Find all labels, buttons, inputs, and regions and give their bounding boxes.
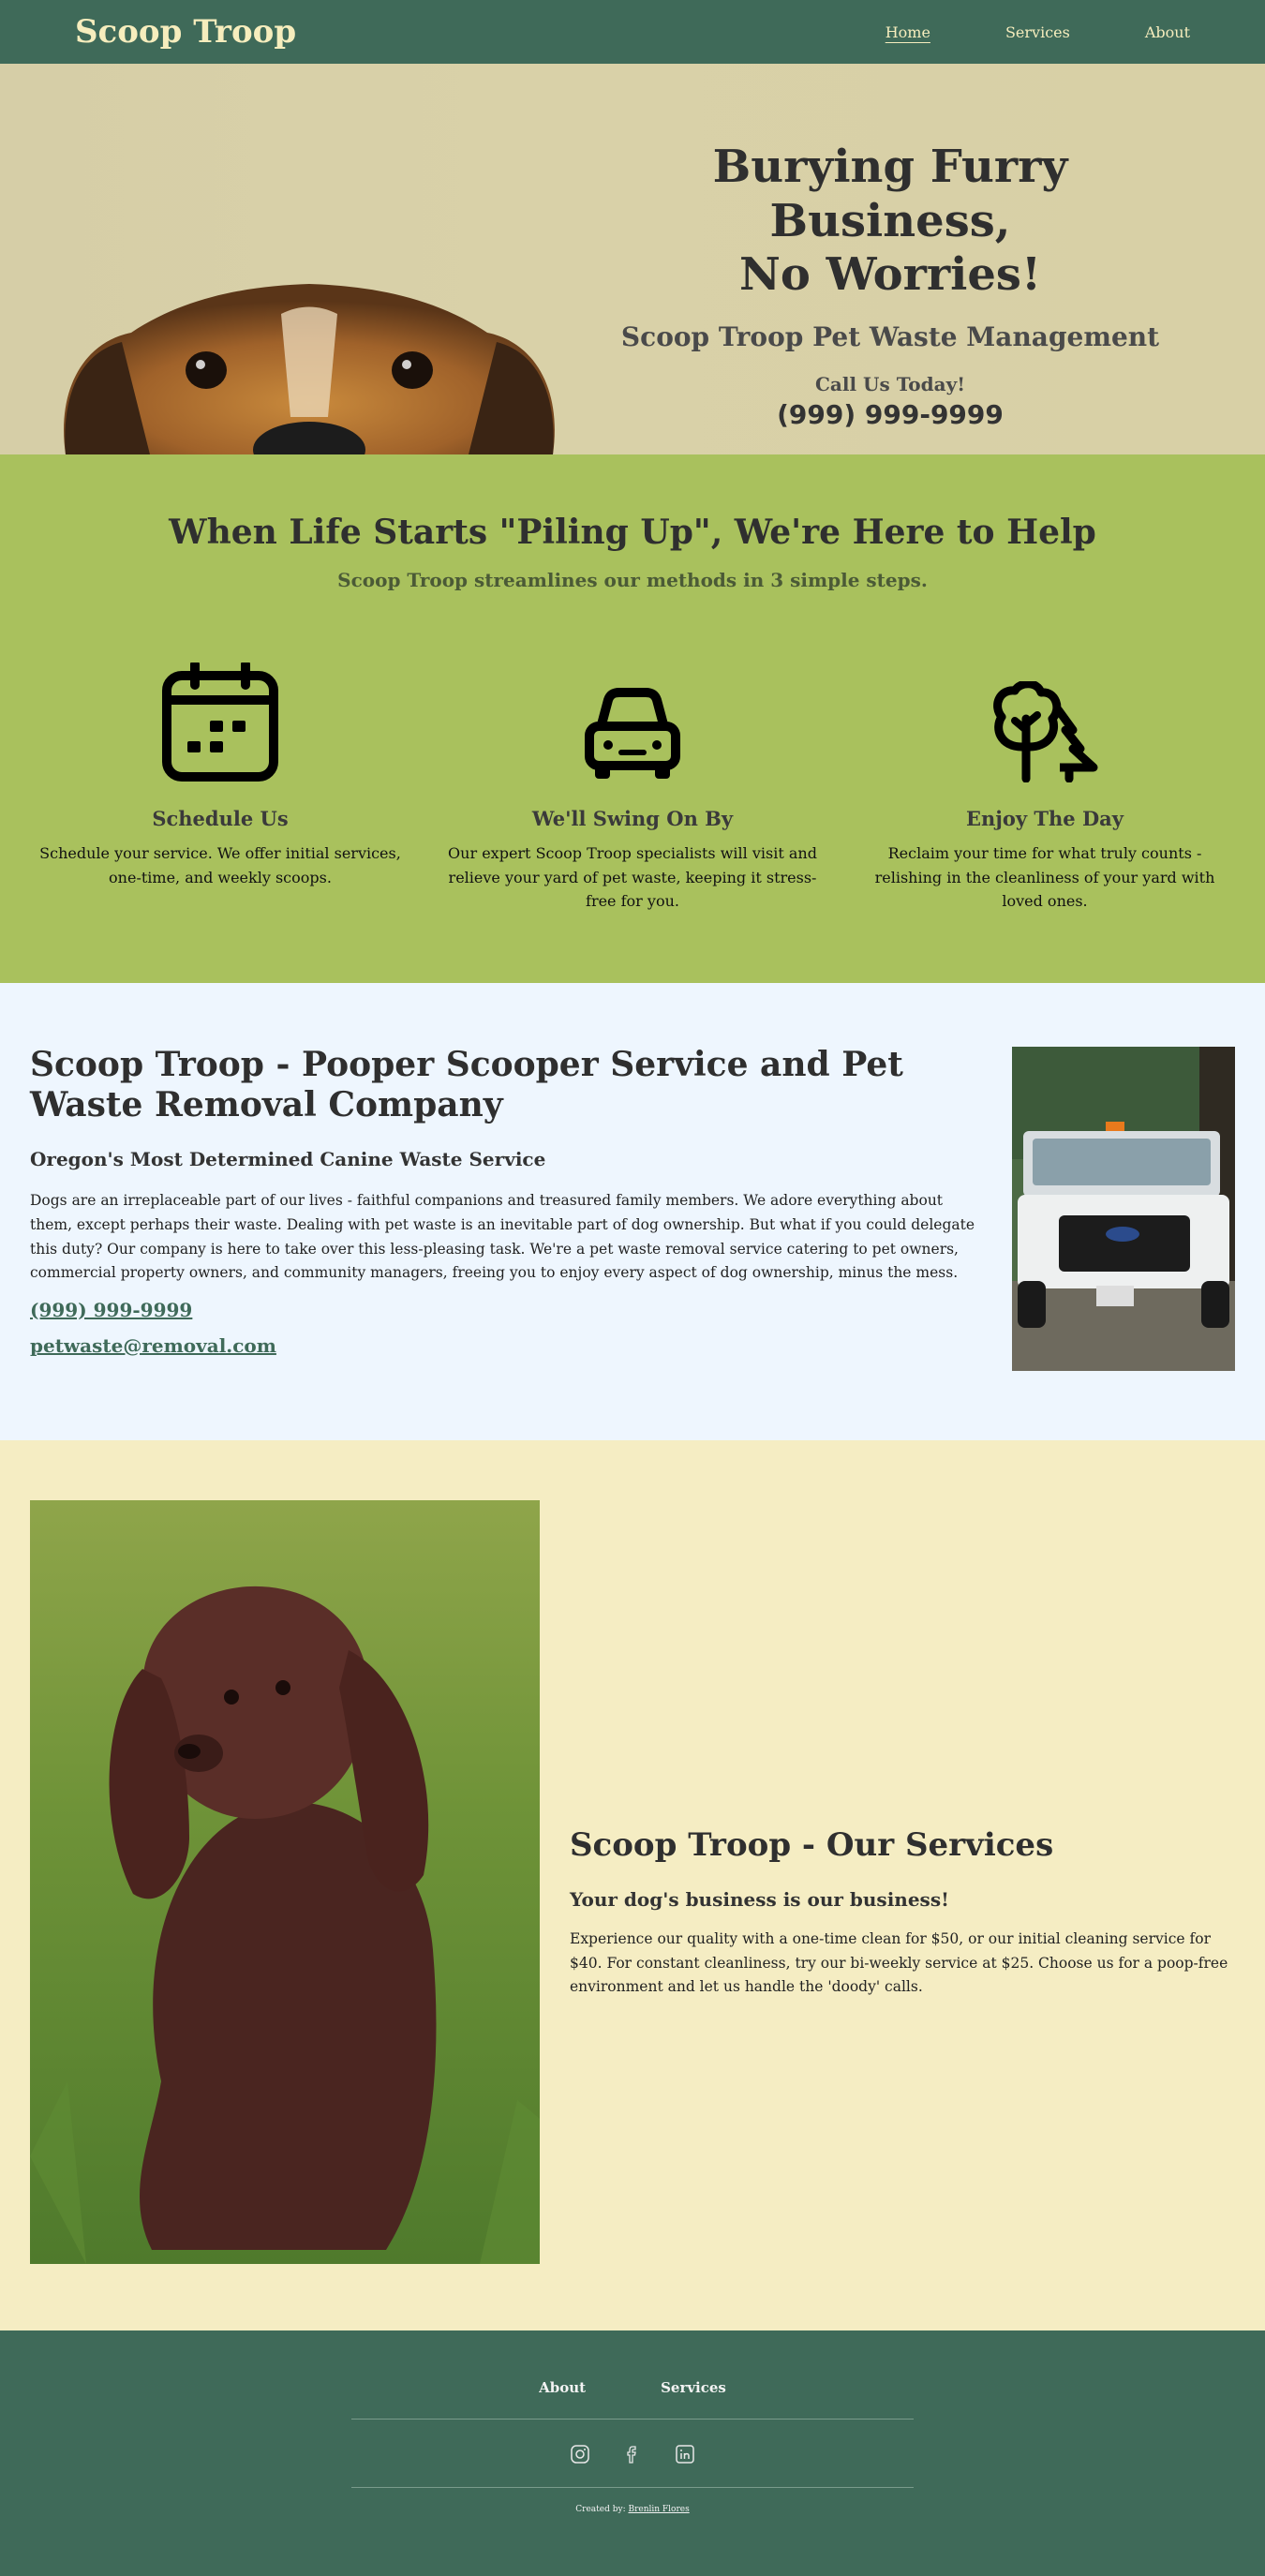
- hero-text: Burying Furry Business, No Worries! Scoo…: [609, 141, 1171, 430]
- hero-section: Burying Furry Business, No Worries! Scoo…: [0, 64, 1265, 454]
- top-nav: Scoop Troop Home Services About: [0, 0, 1265, 64]
- services-section: Scoop Troop - Our Services Your dog's bu…: [0, 1440, 1265, 2330]
- hero-dog-image: [64, 284, 555, 454]
- about-body: Dogs are an irreplaceable part of our li…: [30, 1192, 975, 1282]
- step-text: Schedule your service. We offer initial …: [39, 844, 401, 886]
- nav-services-link[interactable]: Services: [1005, 23, 1070, 41]
- step-title: We'll Swing On By: [531, 807, 734, 830]
- social-links: [0, 2444, 1265, 2464]
- hero-title-line1: Burying Furry Business,: [712, 141, 1068, 247]
- calendar-icon: [28, 661, 412, 782]
- services-body: Experience our quality with a one-time c…: [570, 1930, 1228, 1996]
- car-icon: [440, 661, 825, 782]
- footer-divider: [351, 2487, 914, 2488]
- about-phone-link[interactable]: (999) 999-9999: [30, 1299, 976, 1321]
- hero-title: Burying Furry Business, No Worries!: [609, 141, 1171, 303]
- services-text: Scoop Troop - Our Services Your dog's bu…: [570, 1826, 1235, 2000]
- brand-logo[interactable]: Scoop Troop: [75, 13, 296, 51]
- steps-section: When Life Starts "Piling Up", We're Here…: [0, 454, 1265, 983]
- step-schedule: Schedule Us Schedule your service. We of…: [28, 661, 412, 914]
- puppy-image: [30, 1500, 540, 2264]
- services-subtitle: Your dog's business is our business!: [570, 1888, 949, 1911]
- hero-phone[interactable]: (999) 999-9999: [609, 399, 1171, 430]
- credit-prefix: Created by:: [575, 2505, 629, 2514]
- footer-about-link[interactable]: About: [539, 2379, 586, 2396]
- footer-services-link[interactable]: Services: [661, 2379, 726, 2396]
- step-title: Enjoy The Day: [966, 807, 1124, 830]
- steps-row: Schedule Us Schedule your service. We of…: [0, 661, 1265, 914]
- steps-subtitle: Scoop Troop streamlines our methods in 3…: [337, 569, 928, 591]
- step-enjoy: Enjoy The Day Reclaim your time for what…: [853, 661, 1237, 914]
- nav-about-link[interactable]: About: [1145, 23, 1190, 41]
- linkedin-icon[interactable]: [675, 2444, 695, 2464]
- hero-call-label: Call Us Today!: [815, 372, 965, 395]
- about-section: Scoop Troop - Pooper Scooper Service and…: [0, 983, 1265, 1440]
- step-title: Schedule Us: [152, 807, 289, 830]
- step-text: Our expert Scoop Troop specialists will …: [448, 844, 817, 911]
- footer: About Services Created by: Brenlin Flore…: [0, 2330, 1265, 2576]
- hero-title-line2: No Worries!: [738, 248, 1042, 302]
- about-text: Scoop Troop - Pooper Scooper Service and…: [30, 1045, 976, 1357]
- trees-icon: [853, 661, 1237, 782]
- footer-divider: [351, 2419, 914, 2420]
- hero-subtitle: Scoop Troop Pet Waste Management: [620, 320, 1160, 352]
- truck-image: [1012, 1047, 1235, 1371]
- about-title: Scoop Troop - Pooper Scooper Service and…: [30, 1045, 903, 1125]
- step-swing-by: We'll Swing On By Our expert Scoop Troop…: [440, 661, 825, 914]
- nav-home-link[interactable]: Home: [886, 23, 930, 41]
- about-subtitle: Oregon's Most Determined Canine Waste Se…: [30, 1148, 546, 1171]
- credit-author-link[interactable]: Brenlin Flores: [628, 2505, 689, 2514]
- step-text: Reclaim your time for what truly counts …: [874, 844, 1215, 911]
- footer-credit: Created by: Brenlin Flores: [0, 2505, 1265, 2514]
- instagram-icon[interactable]: [570, 2444, 590, 2464]
- footer-links: About Services: [0, 2379, 1265, 2396]
- steps-title: When Life Starts "Piling Up", We're Here…: [169, 513, 1096, 552]
- nav-links: Home Services About: [886, 23, 1190, 41]
- facebook-icon[interactable]: [622, 2444, 643, 2464]
- about-email-link[interactable]: petwaste@removal.com: [30, 1334, 976, 1357]
- services-title: Scoop Troop - Our Services: [570, 1826, 1054, 1864]
